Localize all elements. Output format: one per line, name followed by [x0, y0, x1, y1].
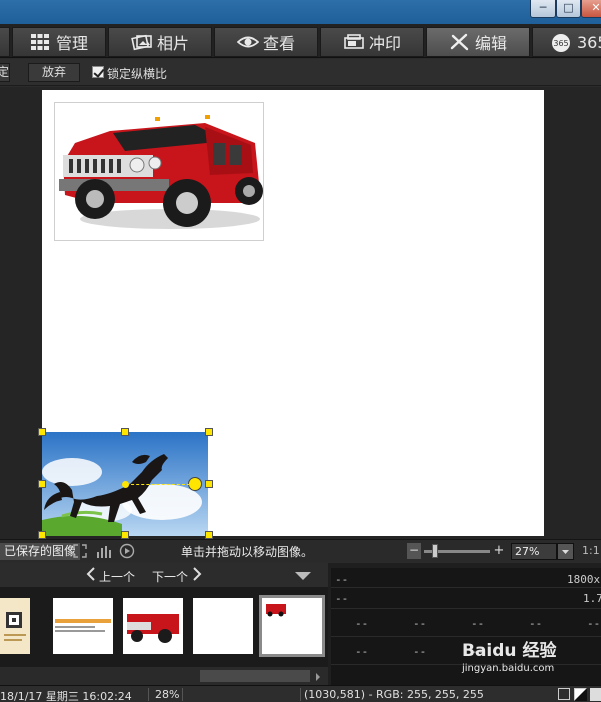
status-datetime: 18/1/17 星期三 16:02:24	[0, 690, 132, 702]
saved-image-label[interactable]: 已保存的图像	[0, 543, 81, 560]
edit-tool-row: 定 放弃 锁定纵横比	[0, 59, 601, 86]
status-bar: 18/1/17 星期三 16:02:24 28% (1030,581) - RG…	[0, 685, 601, 702]
zoom-input[interactable]: 27%	[511, 543, 557, 560]
tab-365-label: 365	[577, 32, 601, 52]
collapse-triangle-icon[interactable]	[294, 570, 312, 584]
lock-aspect-checkbox[interactable]	[92, 66, 104, 78]
chevron-right-icon[interactable]	[192, 567, 202, 584]
filmstrip-scrollbar-thumb[interactable]	[200, 670, 310, 682]
info-cell: --	[355, 645, 369, 658]
document-thumbnail-icon	[53, 616, 113, 636]
minimize-button[interactable]: ─	[530, 0, 556, 18]
zoom-slider-thumb[interactable]	[432, 544, 438, 558]
zoom-out-button[interactable]: −	[407, 543, 421, 559]
next-button[interactable]: 下一个	[152, 568, 188, 585]
canvas-status-strip: 已保存的图像 单击并拖动以移动图像。 − + 27% 1:1	[0, 539, 601, 562]
qr-code-icon	[4, 612, 26, 641]
tab-manage-label: 管理	[55, 34, 88, 53]
tab-manage[interactable]: 管理	[12, 27, 106, 57]
chevron-left-icon[interactable]	[86, 567, 96, 584]
current-thumbnail-icon	[266, 604, 286, 617]
title-bar: ─ □ ✕	[0, 0, 601, 24]
thumbnail-hummer[interactable]	[123, 598, 183, 654]
tab-photos[interactable]: 相片	[108, 27, 212, 57]
info-dash: --	[335, 573, 349, 586]
svg-text:365: 365	[553, 39, 568, 48]
thumbnail-qr[interactable]	[0, 598, 30, 654]
watermark-brand: Baidu 经验	[462, 641, 557, 661]
365-icon: 365	[551, 33, 571, 52]
rotate-handle[interactable]	[188, 477, 202, 491]
apply-button[interactable]: 定	[0, 63, 10, 82]
grid-icon	[30, 33, 50, 51]
resize-handle-bottom-left[interactable]	[38, 531, 46, 539]
tab-print-label: 冲印	[368, 34, 401, 53]
discard-button[interactable]: 放弃	[28, 63, 80, 82]
resize-handle-bottom-right[interactable]	[205, 531, 213, 539]
info-cell: --	[529, 617, 543, 630]
tab-partial-left[interactable]	[0, 27, 10, 57]
lock-aspect-label: 锁定纵横比	[107, 67, 168, 81]
edit-canvas[interactable]	[42, 90, 544, 536]
info-cell: --	[587, 617, 601, 630]
info-cell: --	[413, 645, 427, 658]
canvas-hint-text: 单击并拖动以移动图像。	[181, 545, 314, 559]
eye-icon	[236, 33, 260, 51]
zoom-in-button[interactable]: +	[492, 543, 506, 559]
maximize-button[interactable]: □	[556, 0, 581, 18]
thumbnail-document[interactable]	[53, 598, 113, 654]
play-slideshow-icon[interactable]	[119, 543, 135, 562]
image-scale: 1.7	[583, 592, 601, 605]
view-mode-icon[interactable]	[558, 688, 570, 700]
tab-edit-label: 编辑	[474, 34, 507, 53]
info-cell: --	[413, 617, 427, 630]
hummer-photo[interactable]	[54, 102, 264, 241]
watermark-url: jingyan.baidu.com	[462, 663, 555, 674]
actual-size-button[interactable]: 1:1	[582, 544, 600, 557]
filmstrip	[0, 587, 328, 667]
photos-icon	[131, 33, 152, 51]
resize-handle-top-right[interactable]	[205, 428, 213, 436]
resize-handle-top[interactable]	[121, 428, 129, 436]
zoom-dropdown[interactable]	[557, 543, 574, 560]
image-dimensions: 1800x1	[567, 573, 601, 586]
tab-view-label: 查看	[262, 34, 295, 53]
resize-handle-left[interactable]	[38, 480, 46, 488]
tab-print[interactable]: 冲印	[320, 27, 424, 57]
resize-handle-bottom[interactable]	[121, 531, 129, 539]
print-icon	[343, 33, 364, 51]
close-button[interactable]: ✕	[581, 0, 601, 18]
status-separator	[182, 688, 183, 701]
compare-icon[interactable]	[574, 688, 587, 702]
thumbnail-current[interactable]	[259, 595, 325, 657]
app-window: ─ □ ✕ 管理 相片 查看 冲印 编辑 365 36 定 放弃 锁定纵横比 已…	[0, 0, 601, 702]
edit-tools-icon	[449, 33, 469, 51]
filmstrip-nav: 上一个 下一个	[0, 563, 328, 587]
filmstrip-scrollbar[interactable]	[0, 667, 328, 685]
status-zoom: 28%	[155, 688, 180, 701]
scroll-right-icon[interactable]	[314, 671, 322, 685]
info-cell: --	[355, 617, 369, 630]
info-cell: --	[471, 617, 485, 630]
status-pixel-info: (1030,581) - RGB: 255, 255, 255	[304, 688, 484, 701]
histogram-icon[interactable]	[96, 544, 112, 561]
tab-365[interactable]: 365 365	[532, 27, 601, 57]
info-dash: --	[335, 592, 349, 605]
status-separator	[300, 688, 301, 701]
resize-handle-right[interactable]	[205, 480, 213, 488]
tab-photos-label: 相片	[156, 34, 189, 53]
mode-tab-bar: 管理 相片 查看 冲印 编辑 365 36	[0, 24, 601, 58]
tab-view[interactable]: 查看	[214, 27, 318, 57]
resize-handle-top-left[interactable]	[38, 428, 46, 436]
status-separator	[148, 688, 149, 701]
baidu-watermark: Baidu 经验 jingyan.baidu.com	[462, 636, 556, 674]
prev-button[interactable]: 上一个	[99, 568, 135, 585]
thumbnail-blank[interactable]	[193, 598, 253, 654]
chevron-down-icon	[562, 550, 569, 554]
rotate-guide-line	[126, 484, 190, 485]
checkmark-icon[interactable]	[590, 688, 601, 701]
fit-screen-icon[interactable]	[73, 544, 87, 561]
hummer-thumbnail-icon	[127, 614, 179, 643]
tab-edit[interactable]: 编辑	[426, 27, 530, 57]
